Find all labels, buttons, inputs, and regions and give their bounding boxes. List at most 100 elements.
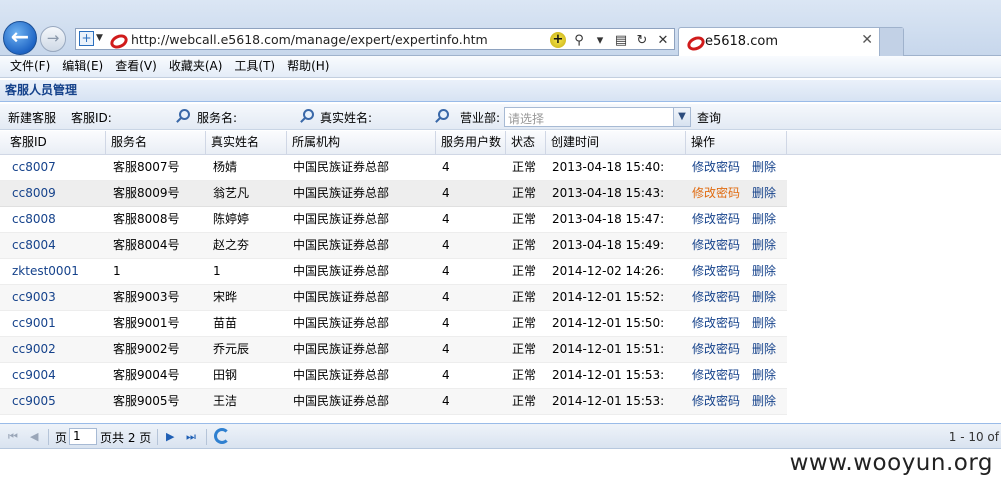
change-password-link[interactable]: 修改密码 xyxy=(680,337,746,362)
cell-agent-id[interactable]: cc8009 xyxy=(0,181,106,206)
address-url[interactable]: http://webcall.e5618.com/manage/expert/e… xyxy=(131,32,488,47)
last-page-icon[interactable]: ⏭ xyxy=(186,430,196,444)
prev-page-icon[interactable]: ◀ xyxy=(30,430,38,443)
table-row[interactable]: cc9002 客服9002号 乔元辰 中国民族证券总部 4 正常 2014-12-01 15… xyxy=(0,337,787,363)
col-header-created[interactable]: 创建时间 xyxy=(546,131,686,155)
dropdown-icon[interactable]: ▾ xyxy=(592,33,608,48)
table-row[interactable]: cc8008 客服8008号 陈婷婷 中国民族证券总部 4 正常 2013-04-18 15… xyxy=(0,207,787,233)
cell-real-name: 苗苗 xyxy=(213,316,238,330)
query-button[interactable]: 查询 xyxy=(697,109,721,126)
browser-tab[interactable]: e5618.com ✕ xyxy=(678,27,904,57)
delete-link[interactable]: 删除 xyxy=(740,285,787,310)
cell-org: 中国民族证券总部 xyxy=(293,394,390,408)
delete-link[interactable]: 删除 xyxy=(740,363,787,388)
col-header-actions[interactable]: 操作 xyxy=(686,131,787,155)
change-password-link[interactable]: 修改密码 xyxy=(680,233,746,258)
change-password-link[interactable]: 修改密码 xyxy=(680,155,746,180)
delete-link[interactable]: 删除 xyxy=(740,207,787,232)
next-page-icon[interactable]: ▶ xyxy=(166,430,174,443)
menu-tools[interactable]: 工具(T) xyxy=(228,56,281,77)
refresh-icon[interactable] xyxy=(214,428,230,444)
new-tab-button[interactable] xyxy=(879,28,903,57)
cell-created-time: 2014-12-01 15:51: xyxy=(552,342,665,356)
col-header-status[interactable]: 状态 xyxy=(506,131,546,155)
change-password-link[interactable]: 修改密码 xyxy=(680,363,746,388)
cell-agent-id[interactable]: cc9004 xyxy=(0,363,106,388)
cell-real-name: 赵之夯 xyxy=(213,238,250,252)
search-icon[interactable] xyxy=(174,108,190,124)
chevron-down-icon[interactable]: ▼ xyxy=(96,33,103,43)
menu-favorites[interactable]: 收藏夹(A) xyxy=(163,56,229,77)
cell-user-count: 4 xyxy=(442,342,450,356)
compat-page-icon[interactable]: ▤ xyxy=(613,33,629,48)
delete-link[interactable]: 删除 xyxy=(740,337,787,362)
delete-link[interactable]: 删除 xyxy=(740,389,787,414)
col-header-service[interactable]: 服务名 xyxy=(106,131,206,155)
cell-agent-id[interactable]: cc8008 xyxy=(0,207,106,232)
table-row[interactable]: zktest0001 1 1 中国民族证券总部 4 正常 2014-12-02 14:26:… xyxy=(0,259,787,285)
refresh-icon[interactable]: ↻ xyxy=(634,33,650,48)
search-icon[interactable] xyxy=(298,108,314,124)
delete-link[interactable]: 删除 xyxy=(740,233,787,258)
col-header-realname[interactable]: 真实姓名 xyxy=(206,131,287,155)
table-row[interactable]: cc8007 客服8007号 杨婧 中国民族证券总部 4 正常 2013-04-18 15:… xyxy=(0,155,787,181)
table-row[interactable]: cc9001 客服9001号 苗苗 中国民族证券总部 4 正常 2014-12-01 15:… xyxy=(0,311,787,337)
cell-agent-id[interactable]: cc9002 xyxy=(0,337,106,362)
menu-edit[interactable]: 编辑(E) xyxy=(56,56,109,77)
forward-arrow-icon[interactable]: → xyxy=(40,26,66,52)
service-name-label: 服务名: xyxy=(197,111,238,125)
table-row[interactable]: cc9005 客服9005号 王洁 中国民族证券总部 4 正常 2014-12-01 15:… xyxy=(0,389,787,415)
delete-link[interactable]: 删除 xyxy=(740,259,787,284)
chevron-down-icon[interactable]: ▼ xyxy=(673,108,690,126)
search-icon[interactable]: ⚲ xyxy=(571,33,587,48)
page-number-input[interactable]: 1 xyxy=(69,428,97,445)
new-agent-button[interactable]: 新建客服 xyxy=(8,109,56,126)
col-header-id[interactable]: 客服ID xyxy=(5,131,106,155)
change-password-link[interactable]: 修改密码 xyxy=(680,207,746,232)
cell-agent-id[interactable]: cc9001 xyxy=(0,311,106,336)
table-row[interactable]: cc8004 客服8004号 赵之夯 中国民族证券总部 4 正常 2013-04-18 15… xyxy=(0,233,787,259)
cell-agent-id[interactable]: cc8007 xyxy=(0,155,106,180)
back-arrow-icon[interactable]: ← xyxy=(3,21,37,55)
search-toolbar: 新建客服 客服ID: 服务名: 真实姓名: 营业部: 查询 xyxy=(0,104,1001,130)
menu-view[interactable]: 查看(V) xyxy=(109,56,163,77)
cell-agent-id[interactable]: cc9003 xyxy=(0,285,106,310)
change-password-link[interactable]: 修改密码 xyxy=(680,259,746,284)
menu-help[interactable]: 帮助(H) xyxy=(281,56,335,77)
addon-plus-icon[interactable]: + xyxy=(550,32,566,48)
delete-link[interactable]: 删除 xyxy=(740,311,787,336)
table-row[interactable]: cc8009 客服8009号 翁艺凡 中国民族证券总部 4 正常 2013-04-18 15… xyxy=(0,181,787,207)
agent-id-label: 客服ID: xyxy=(71,111,112,125)
cell-user-count: 4 xyxy=(442,238,450,252)
cell-user-count: 4 xyxy=(442,186,450,200)
table-row[interactable]: cc9003 客服9003号 宋晔 中国民族证券总部 4 正常 2014-12-01 15:… xyxy=(0,285,787,311)
cell-service-name: 客服8004号 xyxy=(113,238,180,252)
dept-select[interactable]: 请选择 ▼ xyxy=(504,107,691,127)
cell-service-name: 客服9003号 xyxy=(113,290,180,304)
cell-user-count: 4 xyxy=(442,394,450,408)
col-header-org[interactable]: 所属机构 xyxy=(287,131,436,155)
change-password-link[interactable]: 修改密码 xyxy=(680,181,746,206)
pager: ⏮ ◀ 页 1 页共 2 页 ▶ ⏭ 1 - 10 of xyxy=(0,423,1001,449)
change-password-link[interactable]: 修改密码 xyxy=(680,311,746,336)
search-icon[interactable] xyxy=(433,108,449,124)
cell-agent-id[interactable]: zktest0001 xyxy=(0,259,106,284)
delete-link[interactable]: 删除 xyxy=(740,155,787,180)
compatibility-view-icon[interactable]: + xyxy=(79,31,94,46)
cell-user-count: 4 xyxy=(442,160,450,174)
cell-real-name: 王洁 xyxy=(213,394,238,408)
change-password-link[interactable]: 修改密码 xyxy=(680,389,746,414)
cell-real-name: 杨婧 xyxy=(213,160,238,174)
close-icon[interactable]: ✕ xyxy=(861,32,873,48)
col-header-users[interactable]: 服务用户数 xyxy=(436,131,506,155)
cell-agent-id[interactable]: cc8004 xyxy=(0,233,106,258)
table-row[interactable]: cc9004 客服9004号 田钢 中国民族证券总部 4 正常 2014-12-01 15:… xyxy=(0,363,787,389)
delete-link[interactable]: 删除 xyxy=(740,181,787,206)
cell-user-count: 4 xyxy=(442,212,450,226)
stop-icon[interactable]: ✕ xyxy=(655,33,671,48)
menu-file[interactable]: 文件(F) xyxy=(4,56,56,77)
change-password-link[interactable]: 修改密码 xyxy=(680,285,746,310)
cell-agent-id[interactable]: cc9005 xyxy=(0,389,106,414)
address-bar[interactable]: + ▼ http://webcall.e5618.com/manage/expe… xyxy=(75,28,675,50)
first-page-icon[interactable]: ⏮ xyxy=(8,430,18,444)
